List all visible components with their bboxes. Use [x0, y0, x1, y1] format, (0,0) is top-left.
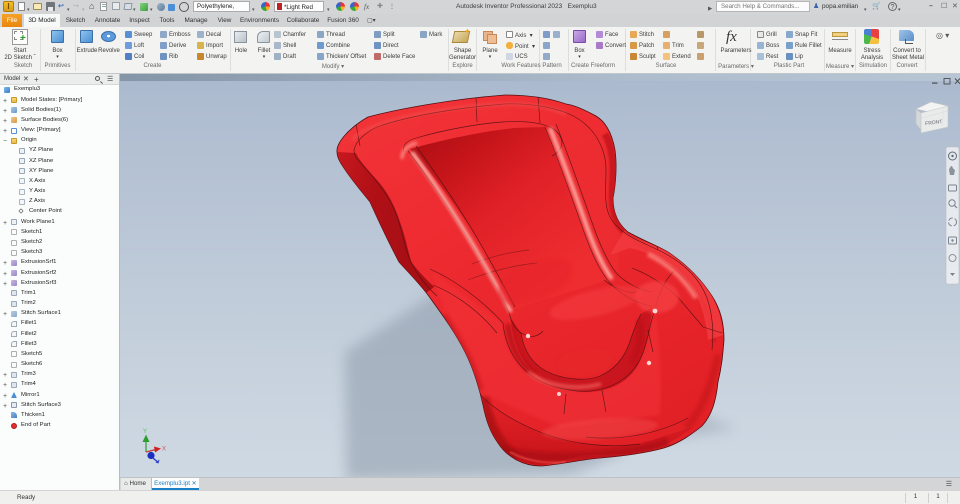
svg-text:X: X	[162, 447, 166, 453]
svg-text:Y: Y	[143, 429, 147, 435]
